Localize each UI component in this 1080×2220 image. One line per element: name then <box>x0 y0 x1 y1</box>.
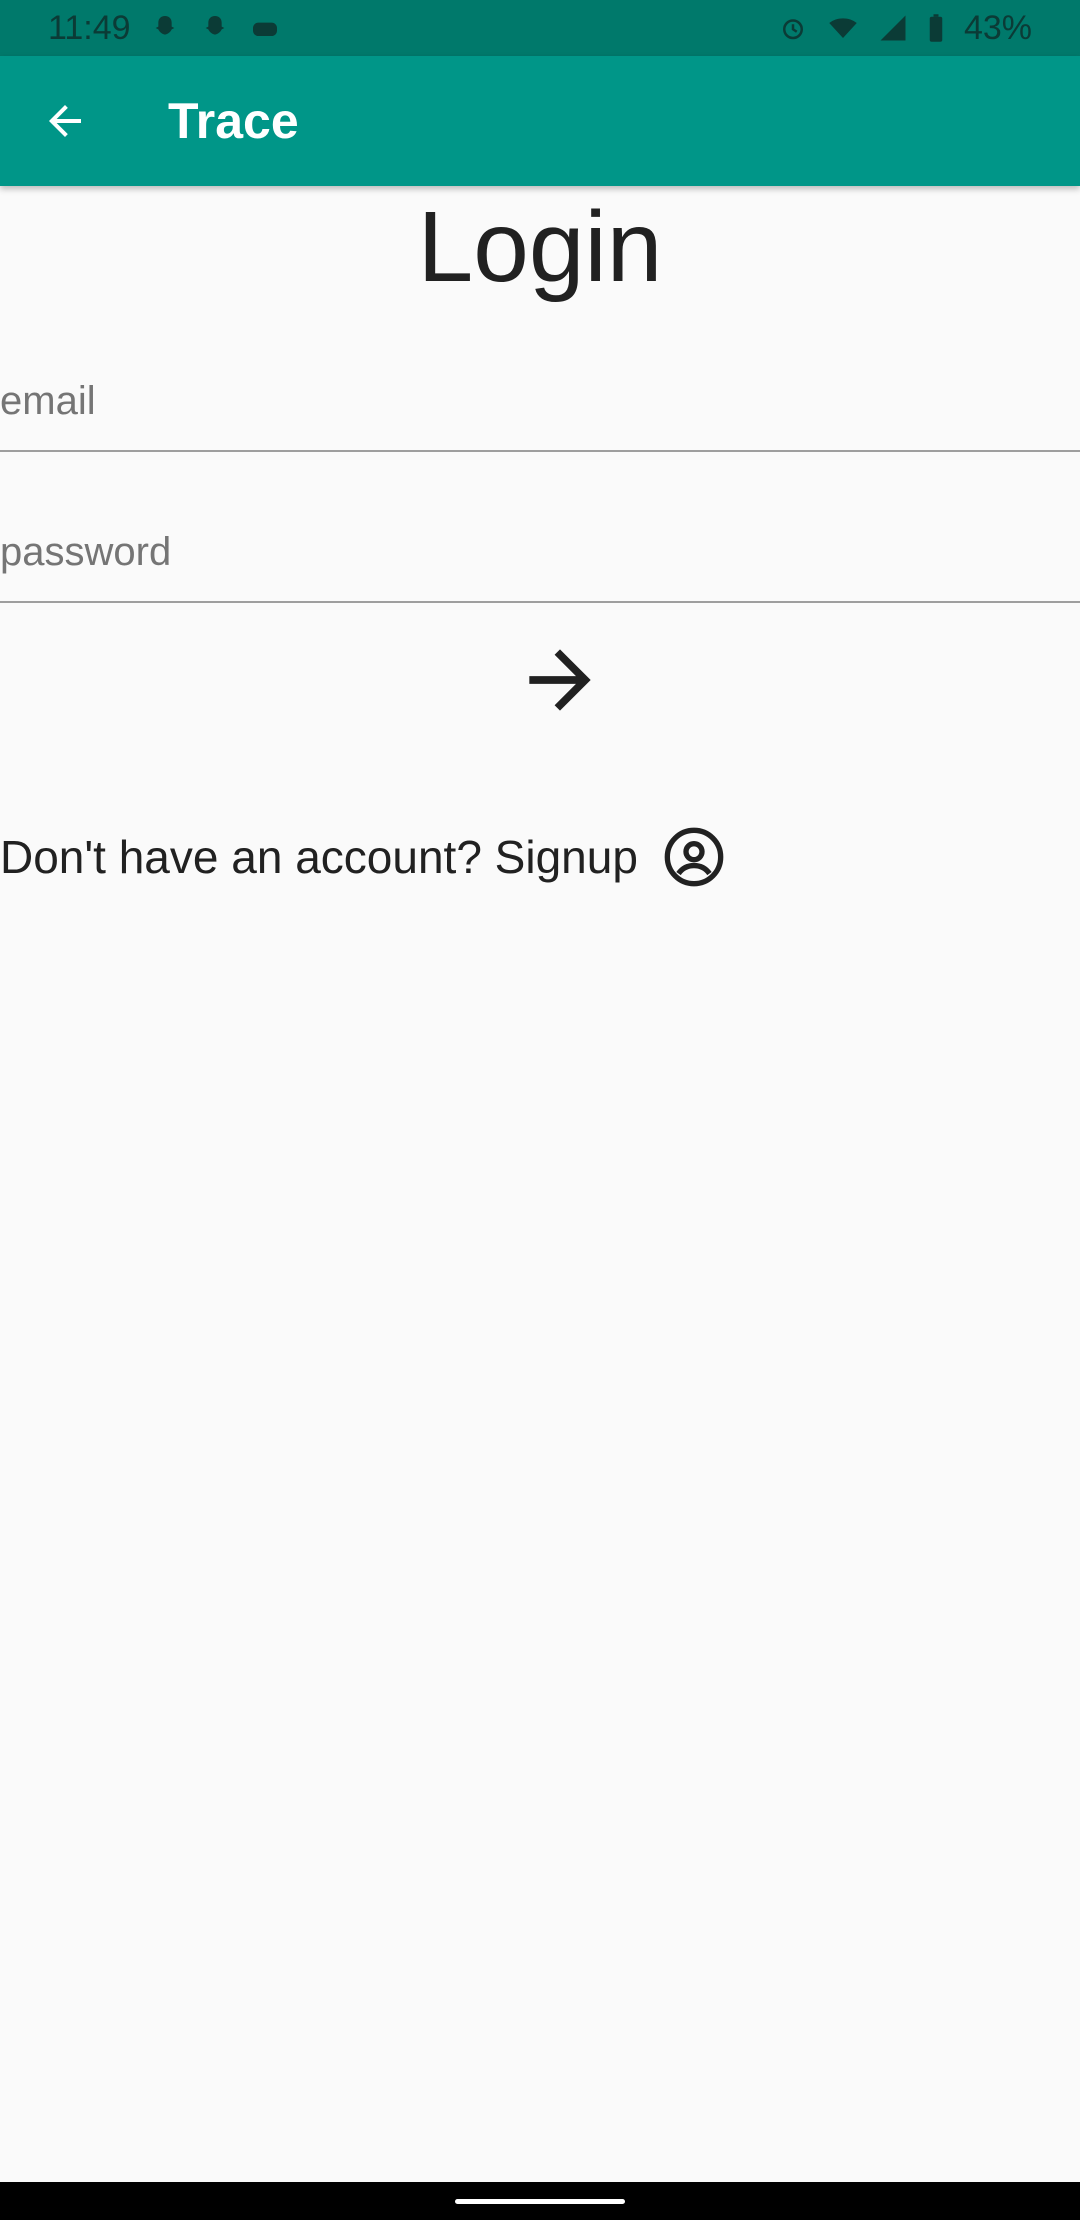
page-title: Login <box>417 191 663 303</box>
login-submit-button[interactable] <box>510 630 610 730</box>
snapchat-icon <box>155 16 174 35</box>
email-field[interactable] <box>0 352 1080 450</box>
arrow-forward-icon <box>529 649 591 711</box>
signup-text: Don't have an account? Signup <box>0 831 638 883</box>
status-left: 11:49 <box>48 9 281 48</box>
status-bar: 11:49 43% <box>0 0 1080 56</box>
signal-icon <box>880 15 906 41</box>
account-circle-icon <box>664 827 724 887</box>
battery-percent: 43% <box>963 8 1032 47</box>
game-controller-icon <box>252 22 277 36</box>
home-handle[interactable] <box>455 2199 625 2204</box>
alarm-icon <box>782 19 803 40</box>
back-button[interactable] <box>32 88 98 154</box>
password-field-container <box>0 503 1080 603</box>
email-field-container <box>0 352 1080 452</box>
app-bar: Trace <box>0 56 1080 186</box>
status-right: 43% <box>778 9 1032 48</box>
status-time: 11:49 <box>48 8 131 47</box>
wifi-icon <box>829 18 857 38</box>
app-title: Trace <box>168 93 299 149</box>
battery-icon <box>929 14 943 42</box>
password-field[interactable] <box>0 503 1080 601</box>
snapchat-icon <box>205 16 224 35</box>
signup-link[interactable]: Don't have an account? Signup <box>0 825 726 889</box>
back-arrow-icon <box>49 105 81 137</box>
navigation-bar <box>0 2182 1080 2220</box>
